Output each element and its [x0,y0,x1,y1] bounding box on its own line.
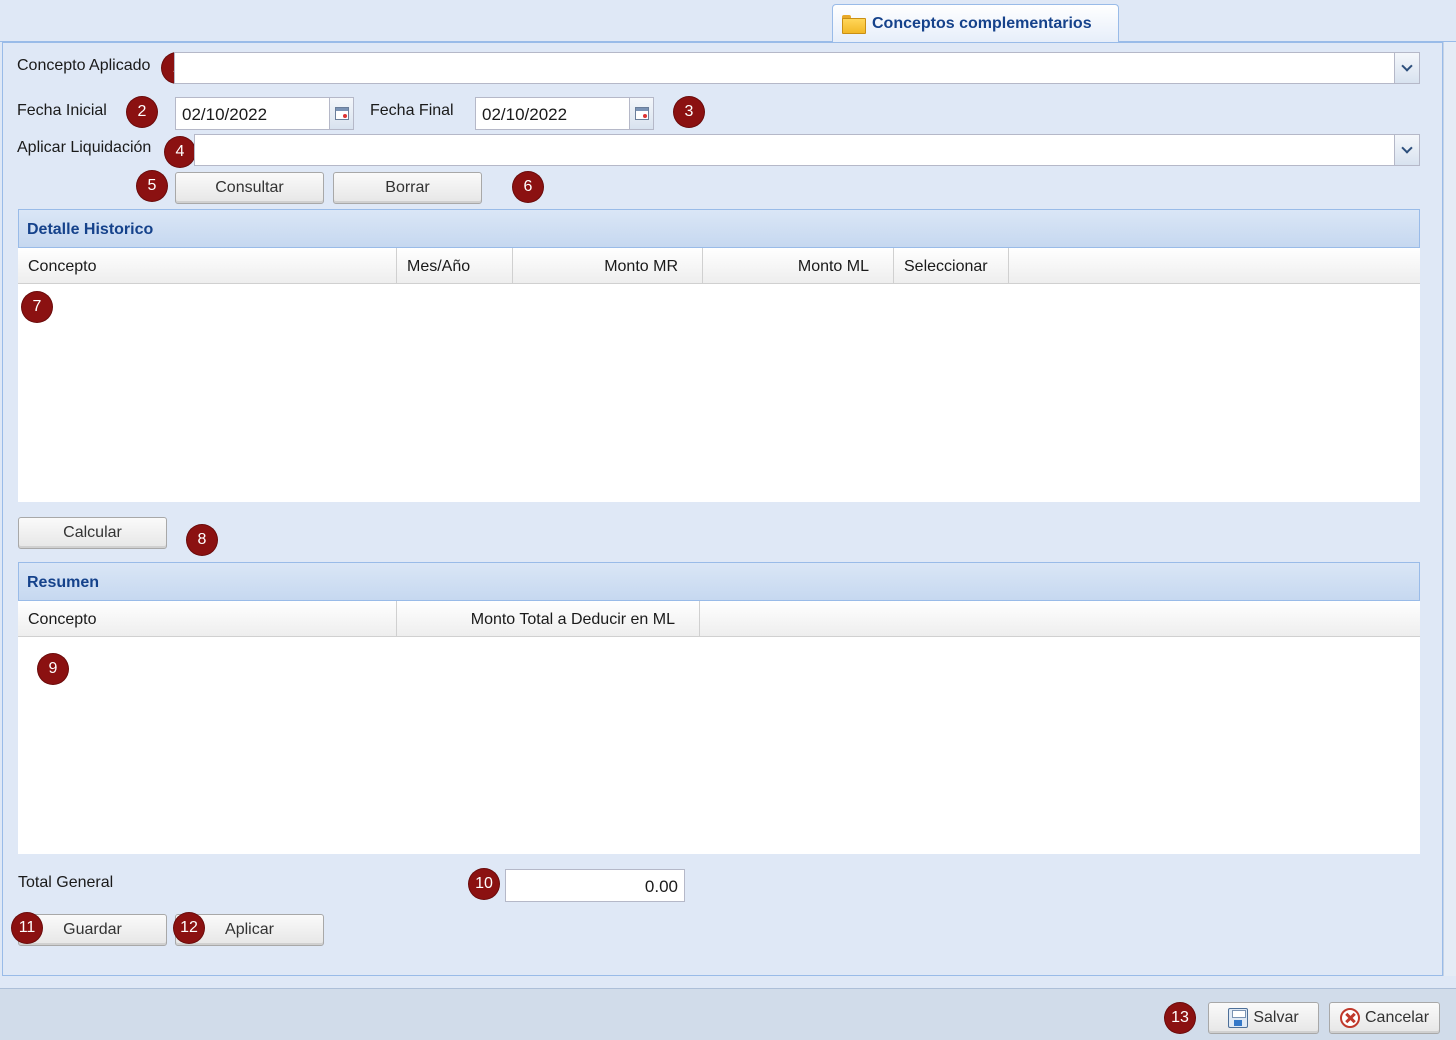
concepto-aplicado-label: Concepto Aplicado [17,57,151,74]
annotation-badge-6: 6 [513,172,543,202]
salvar-label: Salvar [1253,1009,1299,1026]
detalle-grid-header: Concepto Mes/Año Monto MR Monto ML Selec… [18,248,1420,284]
salvar-button[interactable]: Salvar [1208,1002,1319,1034]
detalle-historico-header: Detalle Historico [18,209,1420,248]
cancelar-button[interactable]: Cancelar [1329,1002,1440,1034]
tab-bar: Conceptos complementarios [0,0,1456,42]
cancelar-label: Cancelar [1364,1009,1430,1026]
aplicar-liquidacion-dropdown-trigger[interactable] [1394,135,1419,165]
calcular-button[interactable]: Calcular [18,517,167,549]
column-header-monto-total[interactable]: Monto Total a Deducir en ML [397,601,700,637]
fecha-inicial-picker-button[interactable] [329,98,353,129]
column-header-concepto[interactable]: Concepto [18,248,397,284]
calendar-icon [334,107,349,120]
annotation-badge-9: 9 [38,654,68,684]
annotation-badge-7: 7 [22,292,52,322]
fecha-final-value: 02/10/2022 [482,105,568,124]
column-header-monto-mr[interactable]: Monto MR [513,248,703,284]
save-icon [1228,1008,1249,1028]
borrar-button[interactable]: Borrar [333,172,482,204]
fecha-inicial-field[interactable]: 02/10/2022 [175,97,354,130]
fecha-inicial-label: Fecha Inicial [17,102,107,119]
total-general-label: Total General [18,874,114,891]
chevron-down-icon [1401,60,1413,72]
concepto-aplicado-dropdown-trigger[interactable] [1394,53,1419,83]
column-header-seleccionar[interactable]: Seleccionar [894,248,1009,284]
fecha-final-field[interactable]: 02/10/2022 [475,97,654,130]
scrollbar-track[interactable] [1443,42,1456,976]
annotation-badge-13: 13 [1165,1003,1195,1033]
chevron-down-icon [1401,142,1413,154]
fecha-inicial-value: 02/10/2022 [182,105,268,124]
calendar-icon [634,107,649,120]
concepto-aplicado-combo[interactable] [174,52,1420,84]
annotation-badge-11: 11 [12,913,42,943]
annotation-badge-8: 8 [187,525,217,555]
tab-title: Conceptos complementarios [872,14,1092,32]
aplicar-liquidacion-label: Aplicar Liquidación [17,139,152,156]
annotation-badge-2: 2 [127,97,157,127]
total-general-field[interactable]: 0.00 [505,869,685,902]
column-header-monto-ml[interactable]: Monto ML [703,248,894,284]
tab-conceptos-complementarios[interactable]: Conceptos complementarios [832,4,1119,42]
annotation-badge-5: 5 [137,171,167,201]
annotation-badge-3: 3 [674,97,704,127]
cancel-icon [1339,1008,1360,1028]
annotation-badge-10: 10 [469,869,499,899]
consultar-button[interactable]: Consultar [175,172,324,204]
folder-icon [842,15,866,34]
resumen-grid-body[interactable] [18,637,1420,854]
annotation-badge-4: 4 [165,137,195,167]
resumen-header: Resumen [18,562,1420,601]
fecha-final-label: Fecha Final [370,102,454,119]
annotation-badge-12: 12 [174,913,204,943]
column-header-mes-ano[interactable]: Mes/Año [397,248,513,284]
resumen-grid-header: Concepto Monto Total a Deducir en ML [18,601,1420,637]
column-header-concepto[interactable]: Concepto [18,601,397,637]
detalle-grid-body[interactable] [18,284,1420,502]
aplicar-liquidacion-combo[interactable] [194,134,1420,166]
fecha-final-picker-button[interactable] [629,98,653,129]
